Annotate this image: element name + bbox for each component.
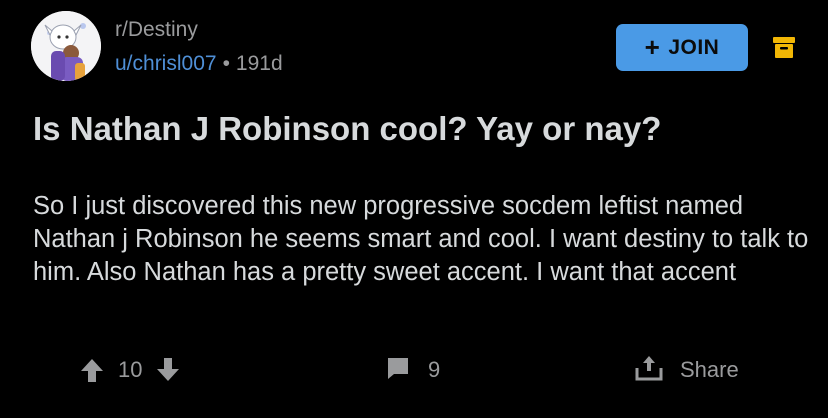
action-bar: 10 9 Share xyxy=(0,350,828,390)
post-title[interactable]: Is Nathan J Robinson cool? Yay or nay? xyxy=(33,110,661,148)
plus-icon: + xyxy=(644,31,661,62)
arrow-up-icon[interactable] xyxy=(80,357,104,383)
arrow-down-icon[interactable] xyxy=(156,357,180,383)
post-meta: u/chrisl007 • 191d xyxy=(115,52,283,76)
vote-score: 10 xyxy=(118,357,143,382)
vote-controls: 10 xyxy=(80,350,180,390)
meta-separator: • xyxy=(222,52,230,75)
share-label: Share xyxy=(680,357,739,382)
subreddit-name[interactable]: r/Destiny xyxy=(115,18,198,42)
post-age: 191d xyxy=(235,52,283,75)
comment-count: 9 xyxy=(428,357,441,382)
author-username[interactable]: u/chrisl007 xyxy=(115,52,217,75)
share-icon xyxy=(634,354,664,387)
post-body: So I just discovered this new progressiv… xyxy=(33,192,809,286)
comments-button[interactable]: 9 xyxy=(385,350,440,390)
post-card: r/Destiny u/chrisl007 • 191d + JOIN Is Nat… xyxy=(0,0,828,418)
comment-bubble-icon xyxy=(385,355,411,386)
join-button[interactable]: + JOIN xyxy=(616,24,748,71)
share-button[interactable]: Share xyxy=(634,350,739,390)
subreddit-avatar[interactable] xyxy=(31,11,101,81)
archive-icon[interactable] xyxy=(771,34,797,60)
join-button-label: JOIN xyxy=(668,35,720,59)
